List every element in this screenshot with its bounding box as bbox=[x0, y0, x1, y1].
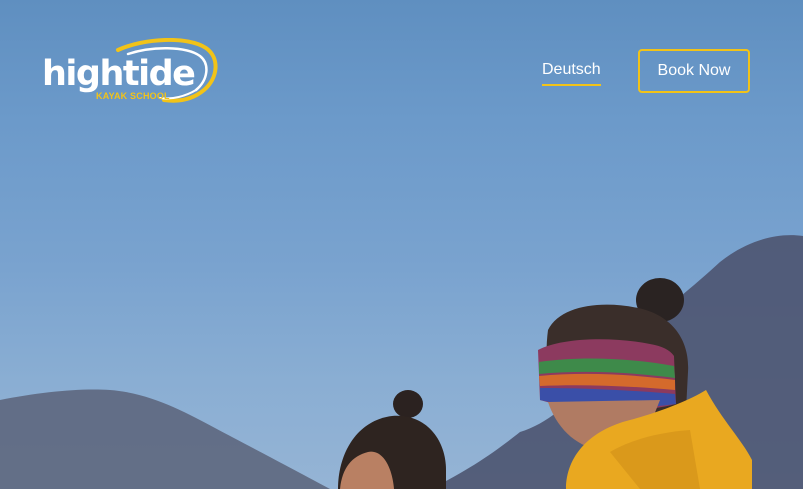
hero-section: hightide KAYAK SCHOOL Deutsch Book Now bbox=[0, 0, 803, 489]
brand-logo[interactable]: hightide KAYAK SCHOOL bbox=[40, 38, 220, 106]
language-link-deutsch[interactable]: Deutsch bbox=[542, 60, 601, 86]
book-now-button[interactable]: Book Now bbox=[638, 49, 750, 93]
site-header: hightide KAYAK SCHOOL Deutsch Book Now bbox=[0, 0, 803, 120]
left-mountain-silhouette bbox=[0, 389, 330, 489]
person-left bbox=[338, 390, 446, 489]
brand-tagline: KAYAK SCHOOL bbox=[96, 91, 170, 101]
brand-wordmark: hightide bbox=[42, 54, 196, 94]
